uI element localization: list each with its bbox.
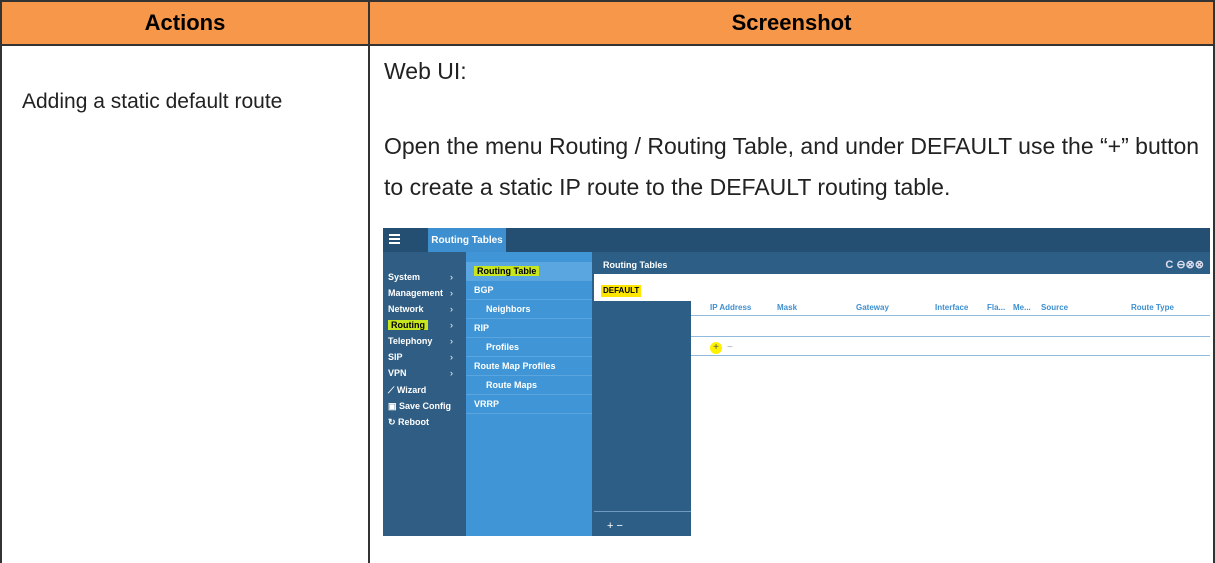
floppy-icon: ▣ xyxy=(388,401,400,411)
col-gateway[interactable]: Gateway xyxy=(856,303,889,312)
panel-header: Routing Tables C ⊖⊗⊗ xyxy=(594,257,1210,274)
document-table: Actions Screenshot Adding a static defau… xyxy=(0,0,1215,563)
nav-bgp[interactable]: BGP xyxy=(466,281,592,300)
col-ip-address[interactable]: IP Address xyxy=(710,303,751,312)
chevron-right-icon: › xyxy=(450,288,453,298)
nav-neighbors[interactable]: Neighbors xyxy=(466,300,592,319)
default-table-tab[interactable]: DEFAULT xyxy=(601,285,642,297)
nav-management[interactable]: Management › xyxy=(388,286,463,300)
webui-label: Web UI: xyxy=(384,58,467,84)
table-list: + − xyxy=(594,301,691,536)
chevron-right-icon: › xyxy=(450,320,453,330)
instruction-text: Open the menu Routing / Routing Table, a… xyxy=(384,133,1200,200)
left-border xyxy=(0,46,2,563)
add-route-button[interactable]: + xyxy=(710,342,722,354)
col-metric[interactable]: Me... xyxy=(1013,303,1031,312)
chevron-right-icon: › xyxy=(450,336,453,346)
primary-nav: System › Management › Network › Routing › Te… xyxy=(383,252,466,536)
col-source[interactable]: Source xyxy=(1041,303,1068,312)
nav-network[interactable]: Network › xyxy=(388,302,463,316)
nav-routing-table[interactable]: Routing Table xyxy=(466,262,592,281)
panel-controls[interactable]: C ⊖⊗⊗ xyxy=(1165,257,1204,274)
row-divider xyxy=(691,336,1210,337)
embedded-screenshot: Routing Tables System › Management › Netwo… xyxy=(383,228,1210,536)
nav-vrrp[interactable]: VRRP xyxy=(466,395,592,414)
header-screenshot: Screenshot xyxy=(368,0,1215,46)
nav-wizard[interactable]: ⟋ Wizard xyxy=(388,383,463,397)
wand-icon: ⟋ xyxy=(388,385,397,395)
nav-sip[interactable]: SIP › xyxy=(388,350,463,364)
chevron-right-icon: › xyxy=(450,304,453,314)
hamburger-icon[interactable] xyxy=(389,234,400,245)
top-bar: Routing Tables xyxy=(383,228,1210,252)
nav-telephony[interactable]: Telephony › xyxy=(388,334,463,348)
nav-route-maps[interactable]: Route Maps xyxy=(466,376,592,395)
chevron-right-icon: › xyxy=(450,272,453,282)
tab-routing-tables[interactable]: Routing Tables xyxy=(428,228,506,252)
nav-system[interactable]: System › xyxy=(388,270,463,284)
col-interface[interactable]: Interface xyxy=(935,303,968,312)
nav-routing[interactable]: Routing › xyxy=(388,318,463,332)
header-divider xyxy=(691,315,1210,316)
nav-reboot[interactable]: ↻ Reboot xyxy=(388,415,463,429)
chevron-right-icon: › xyxy=(450,368,453,378)
secondary-nav: Routing Table BGP Neighbors RIP Profiles… xyxy=(466,252,592,536)
col-route-type[interactable]: Route Type xyxy=(1131,303,1174,312)
nav-save-config[interactable]: ▣ Save Config xyxy=(388,399,463,413)
action-description: Adding a static default route xyxy=(22,90,283,113)
nav-route-map-profiles[interactable]: Route Map Profiles xyxy=(466,357,592,376)
chevron-right-icon: › xyxy=(450,352,453,362)
list-add-remove[interactable]: + − xyxy=(607,520,623,532)
row-divider xyxy=(691,355,1210,356)
divider xyxy=(594,511,691,512)
col-mask[interactable]: Mask xyxy=(777,303,797,312)
nav-vpn[interactable]: VPN › xyxy=(388,366,463,380)
col-flags[interactable]: Fla... xyxy=(987,303,1005,312)
column-divider xyxy=(368,46,370,563)
nav-profiles[interactable]: Profiles xyxy=(466,338,592,357)
nav-rip[interactable]: RIP xyxy=(466,319,592,338)
refresh-icon: ↻ xyxy=(388,417,399,427)
routing-tables-panel: Routing Tables C ⊖⊗⊗ DEFAULT + − IP Addr… xyxy=(594,257,1210,536)
panel-title: Routing Tables xyxy=(603,260,668,270)
header-actions: Actions xyxy=(0,0,370,46)
remove-route-button[interactable]: − xyxy=(727,342,733,353)
